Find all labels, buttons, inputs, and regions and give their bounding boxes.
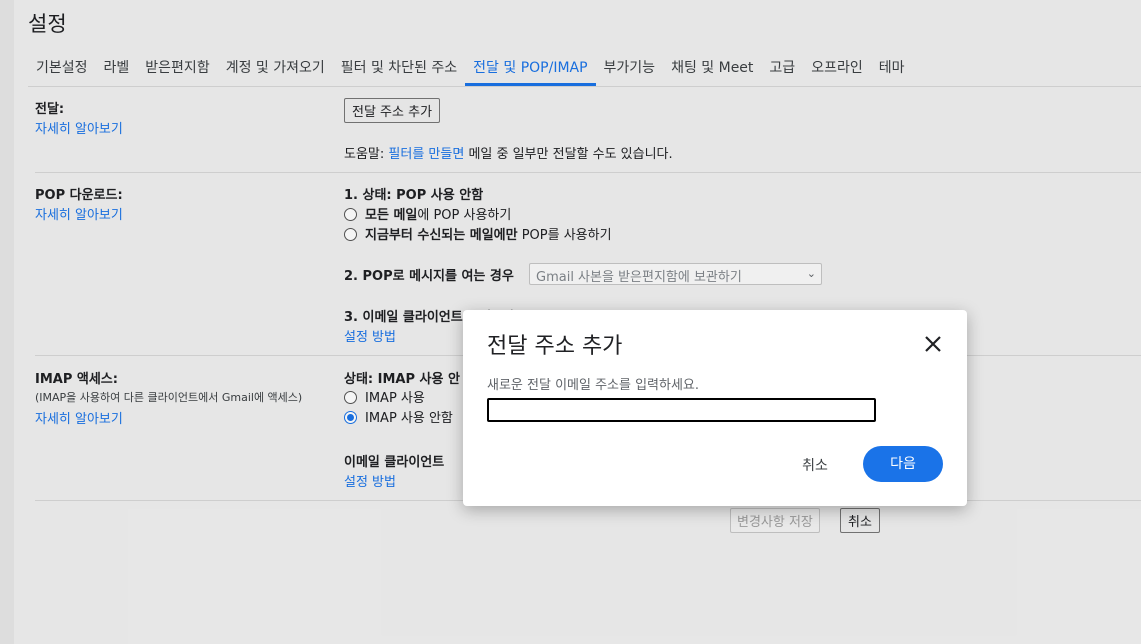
- dialog-next-button[interactable]: 다음: [863, 446, 943, 482]
- dialog-cancel-button[interactable]: 취소: [787, 450, 843, 482]
- close-icon[interactable]: [921, 332, 945, 356]
- dialog-prompt: 새로운 전달 이메일 주소를 입력하세요.: [487, 378, 700, 393]
- dialog-title: 전달 주소 추가: [487, 334, 623, 359]
- add-forwarding-address-dialog: 전달 주소 추가 새로운 전달 이메일 주소를 입력하세요. 취소 다음: [463, 310, 967, 506]
- forwarding-email-input[interactable]: [487, 398, 876, 422]
